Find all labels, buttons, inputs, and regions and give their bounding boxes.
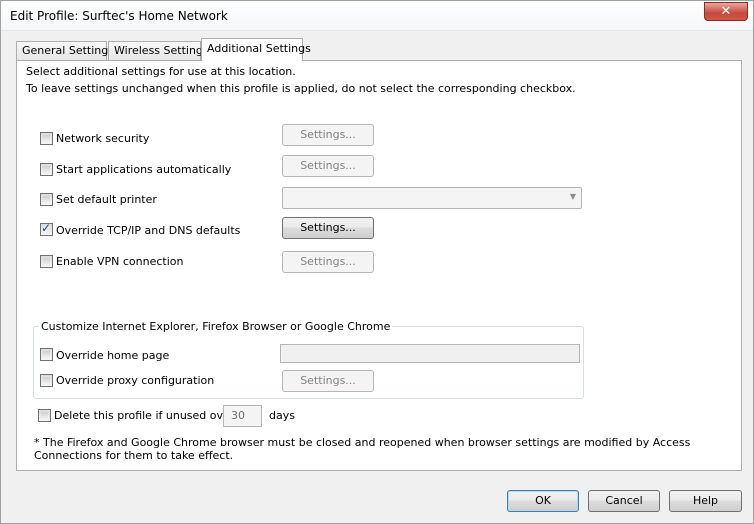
tab-wireless-settings[interactable]: Wireless Settings [108, 41, 209, 61]
close-button[interactable]: ✕ [704, 2, 748, 21]
start-applications-label[interactable]: Start applications automatically [56, 163, 231, 176]
override-proxy-checkbox[interactable] [40, 374, 53, 387]
override-tcpip-settings-button[interactable]: Settings... [282, 217, 374, 239]
edit-profile-dialog: Edit Profile: Surftec's Home Network ✕ G… [0, 0, 754, 524]
browser-group-legend: Customize Internet Explorer, Firefox Bro… [39, 320, 393, 333]
start-applications-checkbox[interactable] [40, 163, 53, 176]
delete-profile-checkbox[interactable] [38, 409, 51, 422]
override-home-page-label[interactable]: Override home page [56, 349, 169, 362]
hint-text: To leave settings unchanged when this pr… [26, 82, 576, 95]
footnote-line-1: * The Firefox and Google Chrome browser … [34, 436, 691, 449]
enable-vpn-label[interactable]: Enable VPN connection [56, 255, 183, 268]
override-tcpip-checkbox[interactable]: ✓ [40, 221, 53, 236]
cancel-button[interactable]: Cancel [588, 490, 660, 512]
network-security-label[interactable]: Network security [56, 132, 149, 145]
enable-vpn-settings-button[interactable]: Settings... [282, 251, 374, 273]
help-button[interactable]: Help [669, 490, 742, 512]
default-printer-dropdown[interactable]: ▼ [282, 187, 582, 209]
unused-days-input[interactable]: 30 [223, 405, 262, 427]
enable-vpn-checkbox[interactable] [40, 255, 53, 268]
close-icon: ✕ [720, 4, 732, 19]
start-applications-settings-button[interactable]: Settings... [282, 155, 374, 177]
network-security-settings-button[interactable]: Settings... [282, 124, 374, 146]
window-title: Edit Profile: Surftec's Home Network [10, 9, 228, 23]
tab-additional-settings[interactable]: Additional Settings [201, 38, 311, 61]
home-page-field[interactable] [280, 344, 580, 363]
override-proxy-label[interactable]: Override proxy configuration [56, 374, 214, 387]
check-icon: ✓ [41, 221, 52, 235]
override-tcpip-label[interactable]: Override TCP/IP and DNS defaults [56, 224, 240, 237]
days-label: days [269, 409, 295, 422]
default-printer-label[interactable]: Set default printer [56, 193, 157, 206]
delete-profile-label[interactable]: Delete this profile if unused over [54, 409, 234, 422]
chevron-down-icon: ▼ [569, 192, 576, 201]
tab-general-settings[interactable]: General Settings [16, 41, 114, 61]
intro-text: Select additional settings for use at th… [26, 65, 296, 78]
default-printer-checkbox[interactable] [40, 193, 53, 206]
ok-button[interactable]: OK [507, 490, 579, 512]
footnote-line-2: Connections for them to take effect. [34, 449, 234, 462]
override-home-page-checkbox[interactable] [40, 348, 53, 361]
network-security-checkbox[interactable] [40, 132, 53, 145]
title-bar[interactable]: Edit Profile: Surftec's Home Network ✕ [1, 1, 753, 31]
proxy-settings-button[interactable]: Settings... [282, 370, 374, 392]
